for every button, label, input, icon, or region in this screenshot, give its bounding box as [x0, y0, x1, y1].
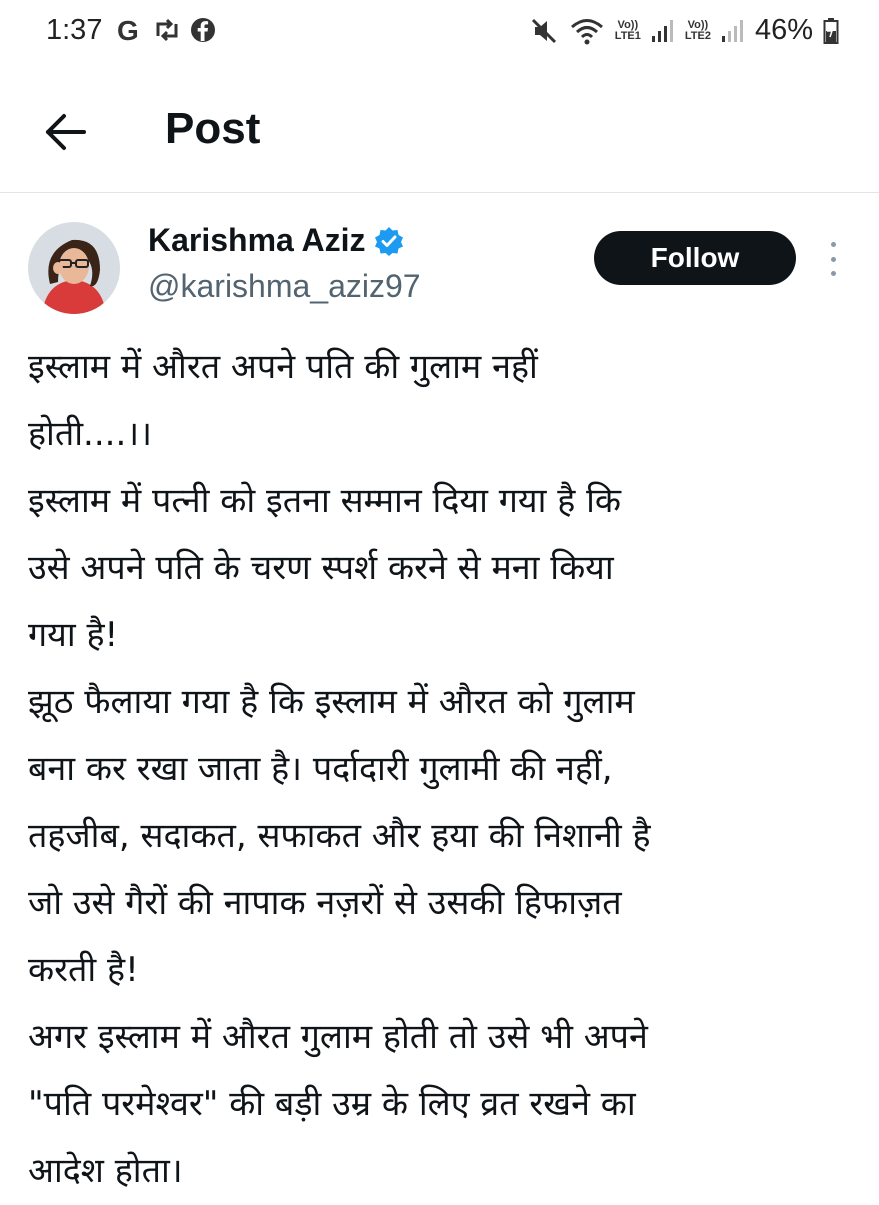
avatar[interactable] — [28, 222, 120, 314]
post-line: उसे अपने पति के चरण स्पर्श करने से मना क… — [28, 548, 614, 588]
author-name-row[interactable]: Karishma Aziz — [148, 222, 404, 259]
post-line: झूठ फैलाया गया है कि इस्लाम में औरत को ग… — [28, 682, 635, 722]
back-arrow-icon[interactable] — [42, 110, 90, 154]
more-options-icon[interactable] — [826, 242, 840, 276]
page-title: Post — [165, 104, 261, 153]
header-divider — [0, 192, 879, 193]
top-app-bar: Post — [0, 80, 879, 190]
status-time: 1:37 — [46, 14, 103, 46]
post-line: अगर इस्लाम में औरत गुलाम होती तो उसे भी … — [28, 1017, 648, 1057]
follow-button[interactable]: Follow — [594, 231, 796, 285]
post-line: इस्लाम में पत्नी को इतना सम्मान दिया गया… — [28, 481, 621, 521]
verified-badge-icon — [374, 226, 403, 256]
status-left-icons: G — [116, 16, 216, 44]
author-name: Karishma Aziz — [148, 222, 366, 258]
battery-icon — [823, 17, 839, 44]
svg-text:G: G — [117, 16, 139, 44]
wifi-icon — [570, 18, 603, 44]
post-line: गया है! — [28, 615, 119, 655]
google-icon: G — [117, 16, 139, 44]
status-bar: 1:37 G Vo)) LTE1 Vo)) LTE2 46% — [0, 0, 879, 68]
sync-icon — [156, 18, 178, 42]
post-line: आदेश होता। — [28, 1151, 183, 1191]
signal1-icon — [651, 19, 673, 42]
battery-percent: 46% — [754, 14, 813, 46]
lte2-indicator: Vo)) LTE2 — [684, 18, 711, 42]
post-line: होती....।। — [28, 414, 153, 454]
post-line: करती है! — [28, 950, 139, 990]
signal2-icon — [721, 19, 743, 42]
author-handle[interactable]: @karishma_aziz97 — [148, 268, 421, 305]
post-line: इस्लाम में औरत अपने पति की गुलाम नहीं — [28, 347, 538, 387]
mute-icon — [531, 18, 556, 43]
post-text: इस्लाम में औरत अपने पति की गुलाम नहीं हो… — [28, 334, 858, 1205]
lte1-indicator: Vo)) LTE1 — [614, 18, 641, 42]
post-line: जो उसे गैरों की नापाक नज़रों से उसकी हिफ… — [28, 883, 622, 923]
post-line: बना कर रखा जाता है। पर्दादारी गुलामी की … — [28, 749, 613, 789]
post-line: "पति परमेश्वर" की बड़ी उम्र के लिए व्रत … — [28, 1084, 636, 1124]
facebook-icon — [191, 18, 215, 42]
post-line: तहजीब, सदाकत, सफाकत और हया की निशानी है — [28, 816, 651, 856]
status-right: Vo)) LTE1 Vo)) LTE2 46% — [529, 14, 839, 47]
